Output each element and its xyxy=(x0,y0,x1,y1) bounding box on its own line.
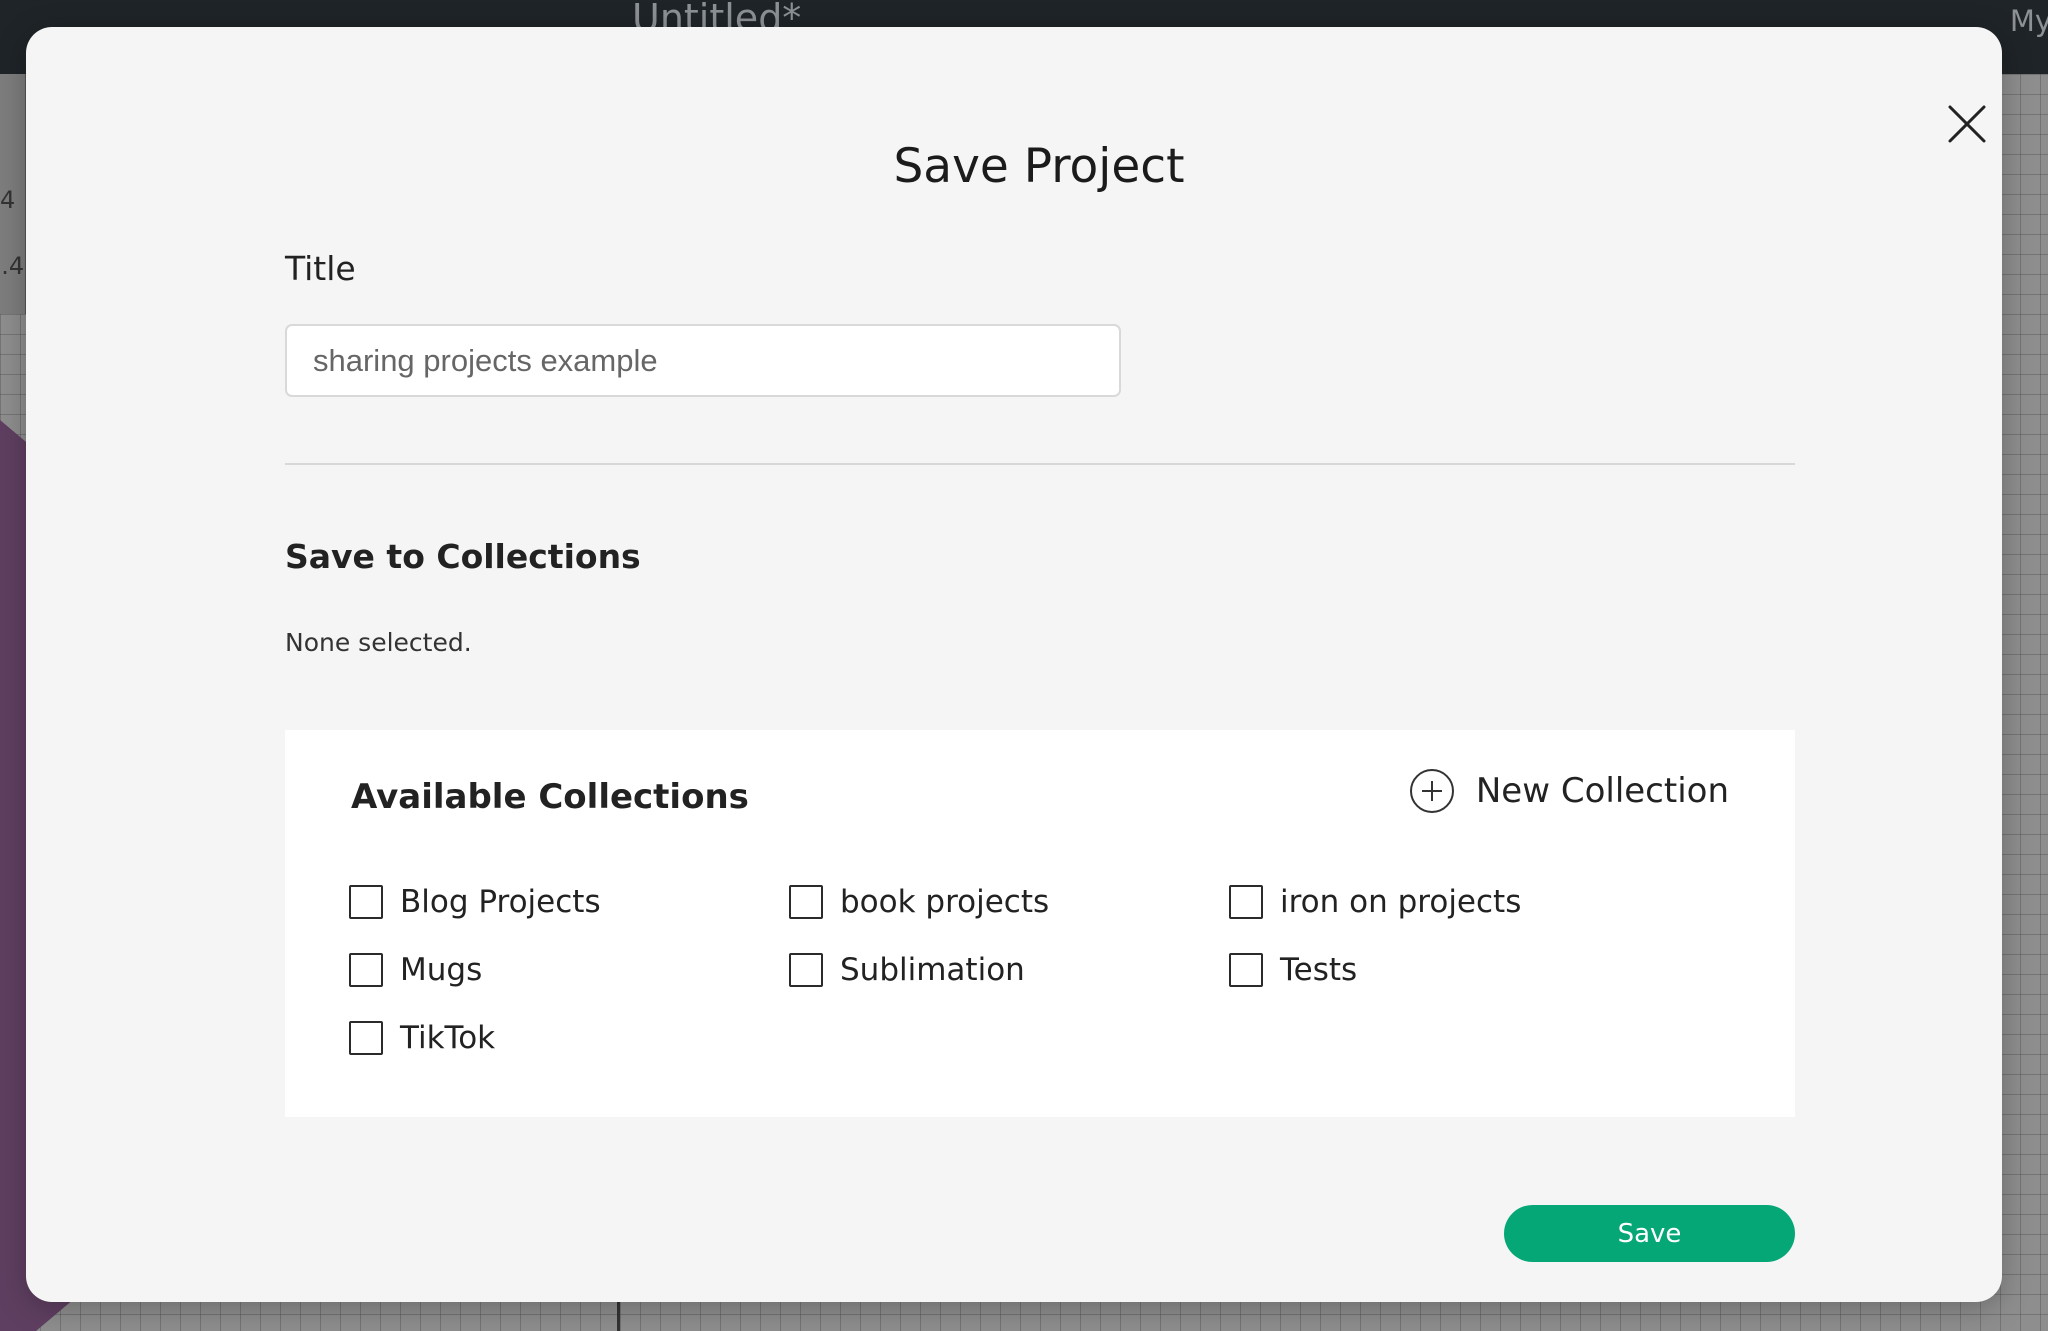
canvas-axis-line xyxy=(617,1300,620,1331)
plus-circle-icon xyxy=(1409,769,1454,813)
collection-label: Blog Projects xyxy=(400,884,601,920)
ruler-mark: 4 xyxy=(0,186,16,214)
selection-status: None selected. xyxy=(285,628,472,657)
collection-item-tests[interactable]: Tests xyxy=(1229,952,1357,988)
save-button[interactable]: Save xyxy=(1504,1205,1795,1262)
checkbox[interactable] xyxy=(349,1021,383,1055)
collections-heading: Save to Collections xyxy=(285,537,641,576)
available-collections-heading: Available Collections xyxy=(351,777,749,817)
collection-item-blog-projects[interactable]: Blog Projects xyxy=(349,884,601,920)
collection-label: iron on projects xyxy=(1280,884,1522,920)
vertical-ruler: 4 7.4 xyxy=(0,74,26,314)
dialog-title: Save Project xyxy=(893,139,1185,194)
checkbox[interactable] xyxy=(1229,885,1263,919)
checkbox[interactable] xyxy=(349,953,383,987)
collection-item-book-projects[interactable]: book projects xyxy=(789,884,1049,920)
section-divider xyxy=(285,463,1795,465)
collection-item-iron-on-projects[interactable]: iron on projects xyxy=(1229,884,1521,920)
save-project-dialog: Save Project Title Save to Collections N… xyxy=(26,27,2002,1302)
collection-label: Tests xyxy=(1280,952,1358,988)
checkbox[interactable] xyxy=(789,885,823,919)
collection-label: Sublimation xyxy=(840,952,1025,988)
collection-label: book projects xyxy=(840,884,1050,920)
checkbox[interactable] xyxy=(349,885,383,919)
collection-item-sublimation[interactable]: Sublimation xyxy=(789,952,1025,988)
collection-label: TikTok xyxy=(400,1020,496,1056)
collection-item-mugs[interactable]: Mugs xyxy=(349,952,482,988)
checkbox[interactable] xyxy=(789,953,823,987)
user-menu-label[interactable]: My xyxy=(2010,4,2048,38)
collection-item-tiktok[interactable]: TikTok xyxy=(349,1020,495,1056)
ruler-mark: 7.4 xyxy=(0,252,25,280)
title-label: Title xyxy=(285,249,356,288)
checkbox[interactable] xyxy=(1229,953,1263,987)
new-collection-label: New Collection xyxy=(1475,771,1729,811)
title-input[interactable] xyxy=(285,324,1121,397)
new-collection-button[interactable]: New Collection xyxy=(1409,763,1729,819)
collection-label: Mugs xyxy=(400,952,483,988)
available-collections-panel: Available Collections New Collection Blo… xyxy=(285,730,1795,1117)
